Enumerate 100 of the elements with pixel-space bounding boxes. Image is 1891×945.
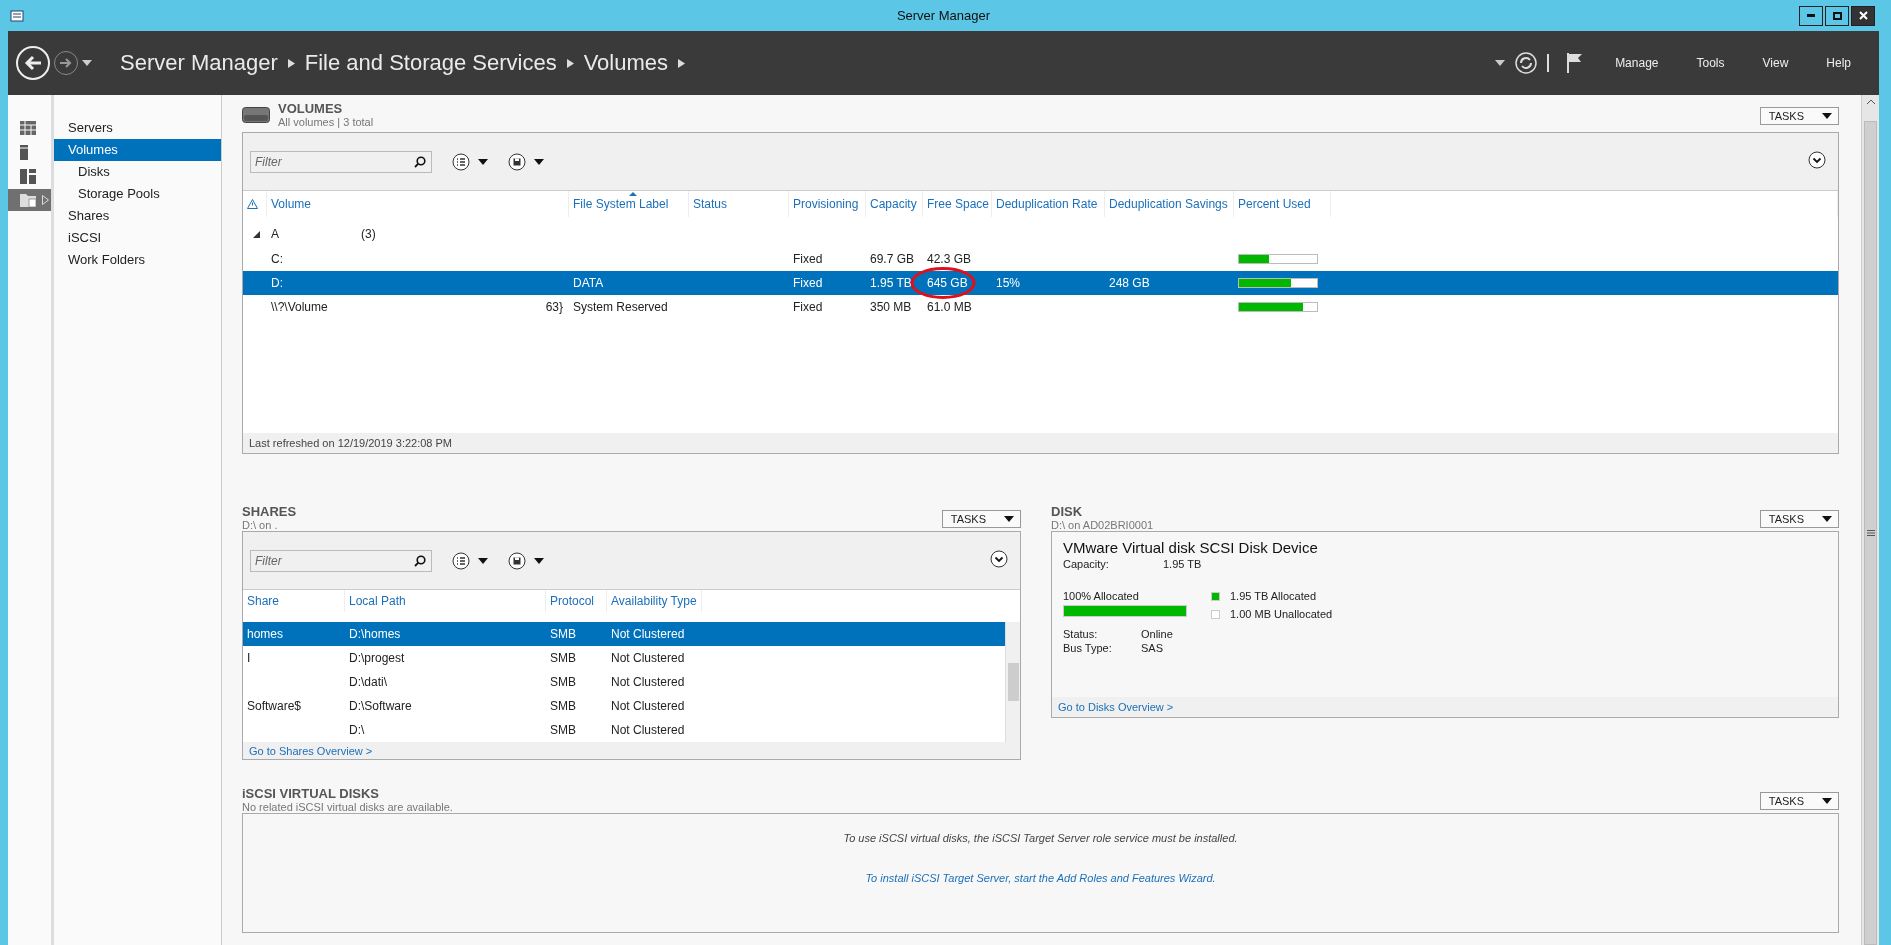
table-cell: D:\homes <box>349 627 401 642</box>
table-row[interactable]: D:\dati\ SMB Not Clustered <box>243 670 1005 695</box>
table-cell: D: <box>271 276 283 290</box>
filter-field[interactable]: Filter <box>250 150 432 173</box>
table-row[interactable]: D:\ SMB Not Clustered <box>243 718 1005 743</box>
column-header[interactable]: Protocol <box>546 590 607 613</box>
breadcrumb-item[interactable]: Server Manager <box>120 50 278 76</box>
expand-icon[interactable] <box>1808 150 1826 169</box>
column-header[interactable]: Availability Type <box>607 590 702 613</box>
table-row[interactable]: homes D:\homes SMB Not Clustered <box>243 622 1005 647</box>
maximize-button[interactable] <box>1825 5 1849 26</box>
menu-item[interactable]: Help <box>1812 56 1865 70</box>
column-header[interactable]: Provisioning <box>789 191 866 217</box>
view-options-button[interactable] <box>452 551 488 570</box>
column-header[interactable]: Status <box>689 191 789 217</box>
column-header[interactable]: Share <box>243 590 345 613</box>
save-query-button[interactable] <box>508 551 544 570</box>
back-button[interactable] <box>16 46 50 80</box>
drive-icon <box>242 106 270 123</box>
property-value: SAS <box>1141 642 1163 654</box>
allocated-label: 100% Allocated <box>1063 590 1140 602</box>
separator-icon <box>1547 54 1550 72</box>
section-title: SHARES <box>242 504 297 519</box>
nav-item[interactable]: Servers <box>54 117 221 139</box>
install-wizard-link[interactable]: To install iSCSI Target Server, start the Add Roles and Features Wizard. <box>865 872 1216 884</box>
table-cell: SMB <box>550 627 576 642</box>
tasks-button[interactable]: TASKS <box>1759 510 1839 528</box>
table-cell: 15% <box>996 276 1021 290</box>
table-cell: SMB <box>550 675 576 690</box>
table-cell: Fixed <box>793 276 823 290</box>
menu-item[interactable]: Manage <box>1601 56 1673 70</box>
section-subtitle: No related iSCSI virtual disks are available. <box>242 801 453 813</box>
scrollbar[interactable] <box>1005 622 1020 743</box>
column-header[interactable]: Free Space <box>923 191 992 217</box>
nav-item[interactable]: iSCSI <box>54 227 221 249</box>
chevron-icon <box>287 58 295 68</box>
caret-icon <box>1822 516 1832 522</box>
legend-label: 1.95 TB Allocated <box>1230 590 1317 602</box>
table-row[interactable]: I D:\progest SMB Not Clustered <box>243 646 1005 671</box>
column-header[interactable]: Capacity <box>866 191 923 217</box>
expand-icon[interactable] <box>990 549 1008 568</box>
disks-overview-link[interactable]: Go to Disks Overview > <box>1058 701 1174 713</box>
section-subtitle: All volumes | 3 total <box>278 116 374 128</box>
nav-item[interactable]: Shares <box>54 205 221 227</box>
scrollbar[interactable] <box>1861 95 1879 945</box>
column-header[interactable]: Deduplication Savings <box>1105 191 1234 217</box>
menu-item[interactable]: View <box>1748 56 1803 70</box>
tasks-button[interactable]: TASKS <box>1759 792 1839 810</box>
shares-overview-link[interactable]: Go to Shares Overview > <box>249 744 373 757</box>
column-header[interactable]: Local Path <box>345 590 546 613</box>
table-cell: 63} <box>545 300 563 314</box>
caret-icon <box>1822 113 1832 119</box>
table-cell: homes <box>247 627 284 642</box>
tasks-button[interactable]: TASKS <box>1759 107 1839 125</box>
save-icon <box>508 551 526 570</box>
save-query-button[interactable] <box>508 152 544 171</box>
refresh-icon[interactable] <box>1515 52 1538 74</box>
minimize-button[interactable] <box>1799 5 1823 26</box>
table-cell: Not Clustered <box>611 627 685 642</box>
expander-icon[interactable] <box>253 231 260 238</box>
table-cell: D:\dati\ <box>349 675 387 690</box>
breadcrumb-item[interactable]: Volumes <box>583 50 669 76</box>
breadcrumb-item[interactable]: File and Storage Services <box>304 50 557 76</box>
side-tab[interactable] <box>8 189 51 211</box>
column-header[interactable]: Volume <box>267 191 569 217</box>
table-row[interactable]: \\?\Volume 63} System Reserved Fixed 350 MB 61.0 MB <box>243 295 1838 319</box>
menu-item[interactable]: Tools <box>1682 56 1739 70</box>
nav-item[interactable]: Storage Pools <box>54 183 221 205</box>
column-header[interactable]: Percent Used <box>1234 191 1331 217</box>
nav-item[interactable]: Work Folders <box>54 249 221 271</box>
table-cell: SMB <box>550 651 576 666</box>
legend-label: 1.00 MB Unallocated <box>1230 608 1333 620</box>
filter-field[interactable]: Filter <box>250 549 432 572</box>
maximize-icon <box>1832 11 1842 20</box>
column-header[interactable]: File System Label <box>569 191 689 217</box>
expand-arrow-icon <box>42 195 49 205</box>
table-cell: 69.7 GB <box>870 252 915 266</box>
tasks-button[interactable]: TASKS <box>941 510 1021 528</box>
table-row[interactable]: D: DATA Fixed 1.95 TB 645 GB 15% 248 GB <box>243 271 1838 295</box>
list-icon <box>452 152 470 171</box>
nav-item[interactable]: Volumes <box>54 139 221 161</box>
table-row[interactable]: Software$ D:\Software SMB Not Clustered <box>243 694 1005 719</box>
nav-item[interactable]: Disks <box>54 161 221 183</box>
caret-icon <box>1004 516 1014 522</box>
close-button[interactable] <box>1851 5 1875 26</box>
warning-icon <box>247 199 258 209</box>
table-cell: Fixed <box>793 252 823 266</box>
group-name: A <box>270 227 280 241</box>
scroll-up-icon <box>1865 99 1876 105</box>
chevron-icon <box>566 58 574 68</box>
history-caret-icon <box>82 60 92 66</box>
property-label: Bus Type: <box>1063 642 1113 654</box>
view-options-button[interactable] <box>452 152 488 171</box>
close-icon <box>1858 11 1868 20</box>
caret-icon <box>534 158 544 165</box>
table-cell: SMB <box>550 723 576 738</box>
column-header[interactable]: Deduplication Rate <box>992 191 1105 217</box>
flag-icon[interactable] <box>1567 53 1584 73</box>
table-row[interactable]: C: Fixed 69.7 GB 42.3 GB <box>243 247 1838 271</box>
section-title: DISK <box>1051 504 1084 519</box>
